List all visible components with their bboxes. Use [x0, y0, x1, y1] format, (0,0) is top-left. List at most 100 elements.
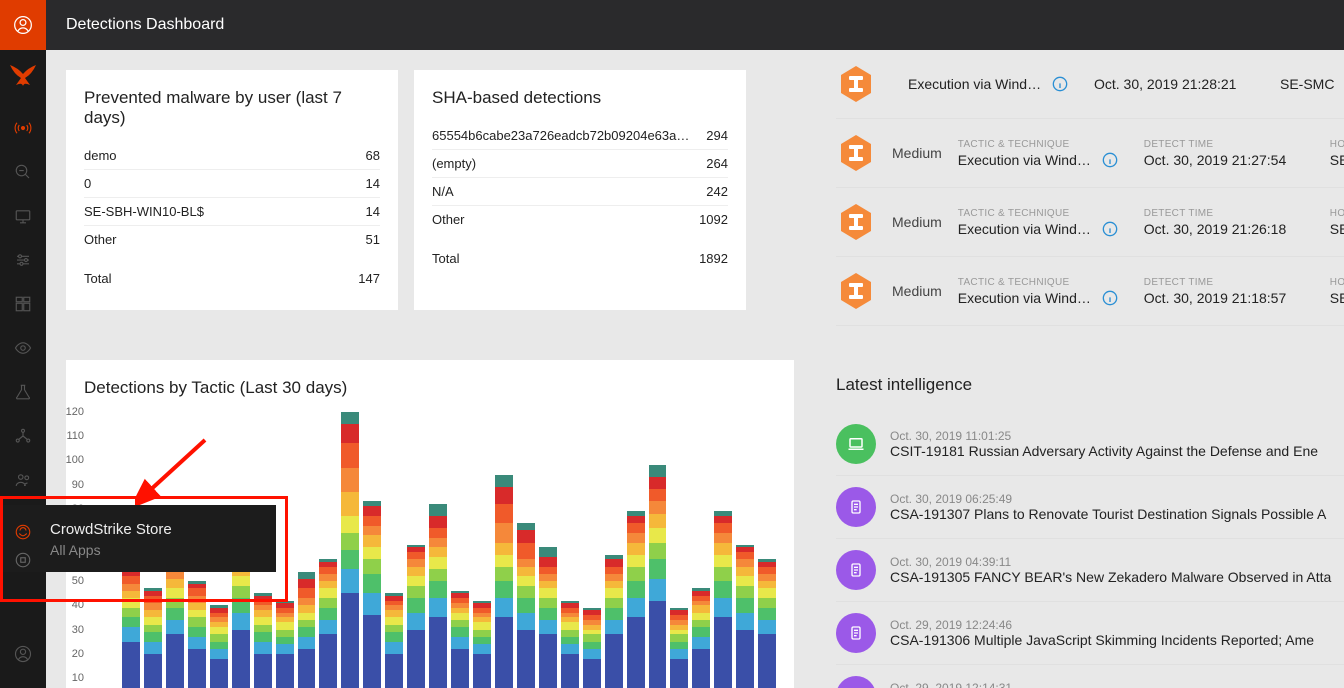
- nav-users[interactable]: [0, 458, 46, 502]
- nav-search[interactable]: [0, 150, 46, 194]
- y-tick: 120: [66, 406, 84, 418]
- chart-bar[interactable]: [736, 545, 754, 688]
- table-row[interactable]: Other51: [84, 226, 380, 253]
- sidebar-tooltip-store[interactable]: CrowdStrike Store All Apps: [0, 505, 276, 572]
- chart-bar[interactable]: [385, 593, 403, 688]
- nav-intelligence[interactable]: [0, 370, 46, 414]
- bar-segment: [539, 574, 557, 581]
- chart-bar[interactable]: [670, 608, 688, 688]
- intel-type-icon: [836, 487, 876, 527]
- nav-account[interactable]: [0, 632, 46, 676]
- row-value: 14: [366, 204, 380, 219]
- chart-bar[interactable]: [539, 547, 557, 688]
- bar-segment: [627, 523, 645, 533]
- chart-bar[interactable]: [473, 601, 491, 688]
- table-row[interactable]: N/A242: [432, 178, 728, 206]
- bar-segment: [188, 603, 206, 610]
- intel-time: Oct. 30, 2019 06:25:49: [890, 492, 1344, 506]
- col-label: TACTIC & TECHNIQUE: [958, 139, 1128, 150]
- info-icon[interactable]: [1102, 221, 1118, 237]
- user-menu-button[interactable]: [0, 0, 46, 50]
- detection-row[interactable]: Medium TACTIC & TECHNIQUEExecution via W…: [836, 188, 1344, 257]
- chart-bar[interactable]: [495, 475, 513, 688]
- nav-hosts[interactable]: [0, 194, 46, 238]
- chart-bar[interactable]: [649, 465, 667, 688]
- severity-label: Medium: [892, 283, 942, 299]
- chart-bar[interactable]: [122, 567, 140, 688]
- nav-network[interactable]: [0, 414, 46, 458]
- bar-segment: [736, 586, 754, 598]
- chart-bar[interactable]: [758, 559, 776, 688]
- bar-segment: [605, 598, 623, 608]
- chart-bar[interactable]: [363, 501, 381, 688]
- chart-bar[interactable]: [341, 412, 359, 688]
- bar-segment: [758, 567, 776, 574]
- nav-discover[interactable]: [0, 326, 46, 370]
- table-row[interactable]: 014: [84, 170, 380, 198]
- table-row[interactable]: SE-SBH-WIN10-BL$14: [84, 198, 380, 226]
- chart-bar[interactable]: [451, 591, 469, 688]
- bar-segment: [758, 608, 776, 620]
- chart-bar[interactable]: [605, 555, 623, 688]
- nav-config[interactable]: [0, 238, 46, 282]
- intel-row[interactable]: Oct. 30, 2019 06:25:49 CSA-191307 Plans …: [836, 476, 1344, 539]
- bar-segment: [539, 567, 557, 574]
- row-label: Other: [432, 212, 465, 227]
- intel-row[interactable]: Oct. 30, 2019 11:01:25 CSIT-19181 Russia…: [836, 413, 1344, 476]
- chart-bar[interactable]: [407, 545, 425, 688]
- chart-bar[interactable]: [429, 504, 447, 688]
- bar-segment: [714, 533, 732, 543]
- host-value: SE-SMC: [1330, 290, 1344, 306]
- chart-bar[interactable]: [319, 559, 337, 688]
- y-tick: 20: [72, 648, 84, 660]
- bar-segment: [298, 605, 316, 612]
- chart-bar[interactable]: [276, 601, 294, 688]
- chart-bar[interactable]: [298, 572, 316, 688]
- host-value: SE-SMC: [1280, 76, 1344, 92]
- tooltip-subtitle[interactable]: All Apps: [50, 542, 258, 558]
- info-icon[interactable]: [1102, 152, 1118, 168]
- info-icon[interactable]: [1102, 290, 1118, 306]
- bar-segment: [144, 603, 162, 610]
- chart-bar[interactable]: [188, 581, 206, 688]
- chart-bar[interactable]: [254, 593, 272, 688]
- table-row[interactable]: (empty)264: [432, 150, 728, 178]
- chart-bar[interactable]: [144, 588, 162, 688]
- intel-row[interactable]: Oct. 29, 2019 12:14:31 CSA-191304 Report…: [836, 665, 1344, 688]
- nav-dashboard[interactable]: [0, 282, 46, 326]
- bar-segment: [298, 627, 316, 637]
- intel-row[interactable]: Oct. 30, 2019 04:39:11 CSA-191305 FANCY …: [836, 539, 1344, 602]
- chart-bar[interactable]: [627, 511, 645, 688]
- chart-bar[interactable]: [210, 605, 228, 688]
- chart-bar[interactable]: [714, 511, 732, 688]
- table-row[interactable]: 65554b6cabe23a726eadcb72b09204e63afc6a76…: [432, 122, 728, 150]
- page-header: Detections Dashboard: [46, 0, 1344, 50]
- detection-row[interactable]: Execution via Windo… Oct. 30, 2019 21:28…: [836, 50, 1344, 119]
- bar-segment: [407, 598, 425, 613]
- nav-activity[interactable]: [0, 106, 46, 150]
- bar-segment: [363, 516, 381, 526]
- bar-segment: [122, 627, 140, 642]
- chart-bar[interactable]: [561, 601, 579, 688]
- bar-segment: [649, 601, 667, 688]
- time-value: Oct. 30, 2019 21:18:57: [1144, 290, 1314, 306]
- table-row[interactable]: demo68: [84, 142, 380, 170]
- bar-segment: [144, 625, 162, 632]
- page-title: Detections Dashboard: [66, 16, 224, 34]
- detection-row[interactable]: Medium TACTIC & TECHNIQUEExecution via W…: [836, 119, 1344, 188]
- chart-bar[interactable]: [583, 608, 601, 688]
- chart-bar[interactable]: [517, 523, 535, 688]
- bar-segment: [649, 501, 667, 513]
- chart-bar[interactable]: [166, 555, 184, 688]
- row-label: (empty): [432, 156, 476, 171]
- bar-segment: [605, 559, 623, 566]
- table-row[interactable]: Other1092: [432, 206, 728, 233]
- chart-bar[interactable]: [692, 588, 710, 688]
- intel-row[interactable]: Oct. 29, 2019 12:24:46 CSA-191306 Multip…: [836, 602, 1344, 665]
- bar-segment: [649, 528, 667, 543]
- bar-segment: [232, 613, 250, 630]
- detection-row[interactable]: Medium TACTIC & TECHNIQUEExecution via W…: [836, 257, 1344, 326]
- info-icon[interactable]: [1052, 76, 1068, 92]
- row-label: Other: [84, 232, 117, 247]
- bar-segment: [385, 632, 403, 642]
